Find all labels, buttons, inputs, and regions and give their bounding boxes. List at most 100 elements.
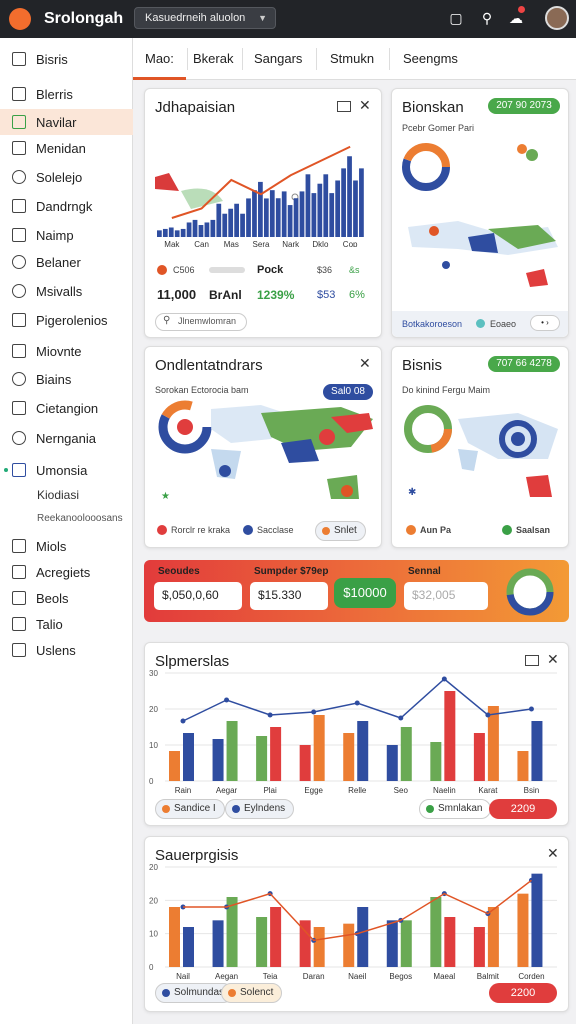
row2-e: 6% <box>349 289 365 301</box>
sidebar-item-label: Talio <box>36 616 63 632</box>
close-icon[interactable]: ✕ <box>359 355 371 372</box>
card-title: Bisnis <box>402 357 443 374</box>
sidebar-item-17[interactable]: Beols <box>0 585 133 611</box>
tab-bar: Mao: Bkerak Sangars Stmukn Seengms <box>133 38 576 80</box>
close-icon[interactable]: ✕ <box>359 97 371 114</box>
smnlakan-button[interactable]: Smnlakan <box>419 799 492 819</box>
notification-badge <box>518 6 525 13</box>
search-icon[interactable]: ⚲ <box>478 9 496 27</box>
legend-dot-icon <box>426 805 434 813</box>
sidebar-item-label: Navilar <box>36 114 77 130</box>
global-search-dropdown[interactable]: Kasuedrneih aluolon ▼ <box>134 7 276 29</box>
sidebar-item-16[interactable]: Acregiets <box>0 559 133 585</box>
legend-sandice[interactable]: Sandice I <box>155 799 225 819</box>
sidebar-item-2[interactable]: Navilar <box>0 109 133 135</box>
map-pin <box>526 149 538 161</box>
card-search-input[interactable]: ⚲ Jlnemwlomran <box>155 313 247 331</box>
sidebar-item-label: Solelejo <box>36 169 83 185</box>
footer-label-b[interactable]: Eoaeo <box>490 319 516 329</box>
series-bar <box>270 907 282 967</box>
link-icon <box>12 284 26 298</box>
sidebar-item-9[interactable]: Pigerolenios <box>0 307 133 333</box>
sidebar-item-1[interactable]: Blerris <box>0 81 133 107</box>
sidebar-item-12[interactable]: Cietangion <box>0 395 133 421</box>
sidebar-item-19[interactable]: Uslens <box>0 637 133 663</box>
sidebar-item-label: Cietangion <box>36 400 99 416</box>
tab-2[interactable]: Sangars <box>242 38 314 80</box>
series-bar <box>169 907 180 967</box>
x-tick-label: Plai <box>263 786 277 795</box>
maximize-icon[interactable] <box>337 101 351 112</box>
footer-label-a[interactable]: Botkakoroeson <box>402 319 462 329</box>
legend-solenct[interactable]: Solenct <box>221 983 283 1003</box>
series-bar <box>531 721 543 781</box>
x-tick-label: Nail <box>176 972 190 981</box>
legend-b-label: Solenct <box>240 987 274 998</box>
map-donut-graphic <box>402 143 558 287</box>
legend-a: Rorclr re kraka <box>171 525 231 535</box>
sidebar-item-4[interactable]: Solelejo <box>0 164 133 190</box>
x-tick-label: Daran <box>303 972 325 981</box>
chart1-x-label: Cop <box>343 240 358 247</box>
sidebar-item-label: Miovnte <box>36 343 82 359</box>
app-logo-icon[interactable] <box>9 8 31 30</box>
monitor-icon <box>12 463 26 477</box>
sidebar-item-6[interactable]: Naimp <box>0 222 133 248</box>
global-search-value: Kasuedrneih aluolon <box>145 12 246 24</box>
chart1-bar <box>180 228 186 237</box>
doc-icon <box>12 52 26 66</box>
chart1-bar <box>246 198 251 237</box>
sidebar-item-18[interactable]: Talio <box>0 611 133 637</box>
tab-3[interactable]: Stmukn <box>318 38 386 80</box>
sidebar-item-11[interactable]: Biains <box>0 366 133 392</box>
sidebar-item-0[interactable]: Bisris <box>0 46 133 72</box>
sidebar: Bisris Blerris Navilar Menidan Solelejo … <box>0 38 133 1024</box>
sidebar-item-5[interactable]: Dandrngk <box>0 193 133 219</box>
bookmark-icon[interactable]: ▢ <box>447 9 465 27</box>
sidebar-subitem[interactable]: Kiodiasi <box>37 488 79 502</box>
grouped-bar-chart: 0 10 20 30 Rain Aegar Plai Egge Relle Seo Naelin Ka… <box>149 669 557 795</box>
circle-icon <box>12 170 26 184</box>
row1-b: Pock <box>257 264 284 276</box>
sidebar-subitem-2[interactable]: Reekanoolooosans <box>37 513 123 524</box>
y-tick-label: 10 <box>149 741 158 750</box>
series-bar <box>256 917 268 967</box>
sidebar-item-label: Miols <box>36 538 67 554</box>
row2-c: 1239% <box>257 288 295 302</box>
legend-eylndens[interactable]: Eylndens <box>225 799 295 819</box>
tab-4[interactable]: Seengms <box>391 38 470 80</box>
snlet-button[interactable]: Snlet <box>315 521 366 541</box>
card-jdhapaisian: Jdhapaisian ✕ Mak Can Mas Sera Nark Dklo Cop C… <box>144 88 382 338</box>
y-tick-label: 20 <box>149 863 158 872</box>
tab-divider <box>389 48 390 70</box>
series-bar <box>400 727 412 781</box>
map-donut-graphic: ✱ <box>404 405 558 498</box>
sidebar-item-10[interactable]: Miovnte <box>0 338 133 364</box>
y-tick-label: 0 <box>149 777 154 786</box>
table-icon <box>12 617 26 631</box>
card-subtitle: Sorokan Ectorocia bam <box>155 385 249 395</box>
donut-center <box>177 419 193 435</box>
tab-0[interactable]: Mao: <box>133 38 186 80</box>
series-bar <box>517 893 529 967</box>
kpi-label-b: Sumpder $79ep <box>254 566 329 577</box>
y-tick-label: 30 <box>149 669 158 678</box>
y-tick-label: 20 <box>149 705 158 714</box>
sidebar-item-14[interactable]: Umonsia <box>0 457 133 483</box>
map-pin <box>511 432 525 446</box>
sidebar-item-13[interactable]: Nerngania <box>0 425 133 451</box>
sidebar-item-15[interactable]: Miols <box>0 533 133 559</box>
user-avatar[interactable] <box>545 6 569 30</box>
chart1-bar <box>258 181 263 237</box>
sidebar-item-7[interactable]: Belaner <box>0 249 133 275</box>
tab-1[interactable]: Bkerak <box>181 38 245 80</box>
kpi-action-button[interactable]: $10000 <box>334 578 396 608</box>
more-button[interactable]: • › <box>530 315 560 331</box>
count-button[interactable]: 2209 <box>489 799 557 819</box>
search-icon: ⚲ <box>163 315 171 326</box>
series-bar <box>400 920 412 967</box>
count-button[interactable]: 2200 <box>489 983 557 1003</box>
sidebar-item-8[interactable]: Msivalls <box>0 278 133 304</box>
card-slpmerslas: Slpmerslas ✕ 0 10 20 30 Rain Aegar Plai Egge Rel… <box>144 642 569 826</box>
sidebar-item-3[interactable]: Menidan <box>0 135 133 161</box>
